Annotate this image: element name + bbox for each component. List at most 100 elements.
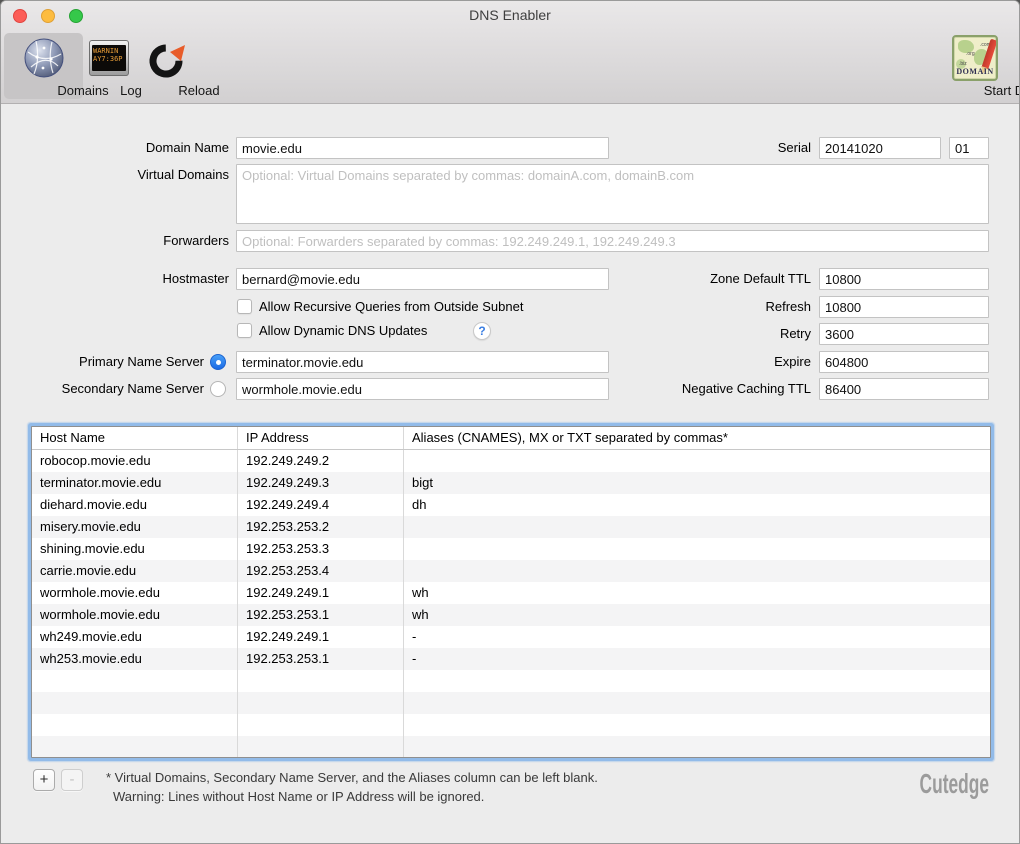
toolbar-label-reload: Reload bbox=[167, 83, 231, 98]
negative-caching-ttl-input[interactable] bbox=[819, 378, 989, 400]
table-cell: carrie.movie.edu bbox=[32, 560, 238, 582]
table-row[interactable] bbox=[32, 670, 990, 692]
column-header-aliases[interactable]: Aliases (CNAMES), MX or TXT separated by… bbox=[404, 427, 990, 449]
table-cell: 192.249.249.3 bbox=[238, 472, 404, 494]
table-row[interactable]: terminator.movie.edu192.249.249.3bigt bbox=[32, 472, 990, 494]
column-header-host-name[interactable]: Host Name bbox=[32, 427, 238, 449]
table-cell bbox=[404, 560, 990, 582]
table-row[interactable]: wormhole.movie.edu192.253.253.1wh bbox=[32, 604, 990, 626]
globe-network-icon bbox=[22, 36, 66, 85]
table-row[interactable]: carrie.movie.edu192.253.253.4 bbox=[32, 560, 990, 582]
expire-input[interactable] bbox=[819, 351, 989, 373]
host-table[interactable]: Host Name IP Address Aliases (CNAMES), M… bbox=[31, 426, 991, 758]
column-header-ip-address[interactable]: IP Address bbox=[238, 427, 404, 449]
table-cell: wh bbox=[404, 582, 990, 604]
table-cell: diehard.movie.edu bbox=[32, 494, 238, 516]
primary-ns-input[interactable] bbox=[236, 351, 609, 373]
table-cell: 192.253.253.4 bbox=[238, 560, 404, 582]
table-cell: 192.249.249.1 bbox=[238, 582, 404, 604]
zone-default-ttl-input[interactable] bbox=[819, 268, 989, 290]
table-cell: wh249.movie.edu bbox=[32, 626, 238, 648]
table-row[interactable]: misery.movie.edu192.253.253.2 bbox=[32, 516, 990, 538]
table-cell: 192.253.253.1 bbox=[238, 604, 404, 626]
table-cell: - bbox=[404, 648, 990, 670]
table-row[interactable] bbox=[32, 736, 990, 757]
table-cell: 192.249.249.4 bbox=[238, 494, 404, 516]
toolbar-item-reload[interactable]: Reload bbox=[135, 33, 199, 99]
table-row[interactable] bbox=[32, 692, 990, 714]
retry-label: Retry bbox=[561, 323, 811, 345]
table-cell: wormhole.movie.edu bbox=[32, 604, 238, 626]
table-cell bbox=[32, 736, 238, 757]
table-row[interactable]: wh249.movie.edu192.249.249.1- bbox=[32, 626, 990, 648]
secondary-ns-label: Secondary Name Server bbox=[1, 378, 204, 400]
table-cell: - bbox=[404, 626, 990, 648]
toolbar-item-domains[interactable]: Domains bbox=[4, 33, 83, 99]
table-cell: 192.253.253.1 bbox=[238, 648, 404, 670]
table-row[interactable]: robocop.movie.edu192.249.249.2 bbox=[32, 450, 990, 472]
remove-row-button[interactable]: - bbox=[61, 769, 83, 791]
table-cell bbox=[404, 736, 990, 757]
secondary-ns-radio[interactable] bbox=[210, 381, 226, 397]
host-table-header: Host Name IP Address Aliases (CNAMES), M… bbox=[32, 427, 990, 450]
table-cell: wormhole.movie.edu bbox=[32, 582, 238, 604]
allow-dynamic-label: Allow Dynamic DNS Updates bbox=[259, 322, 427, 340]
table-cell: shining.movie.edu bbox=[32, 538, 238, 560]
help-button[interactable]: ? bbox=[473, 322, 491, 340]
table-cell bbox=[404, 692, 990, 714]
table-cell bbox=[404, 538, 990, 560]
window-title: DNS Enabler bbox=[1, 1, 1019, 29]
serial-suffix-input[interactable] bbox=[949, 137, 989, 159]
table-cell bbox=[404, 516, 990, 538]
virtual-domains-textarea[interactable] bbox=[236, 164, 989, 224]
table-cell bbox=[32, 714, 238, 736]
table-row[interactable]: diehard.movie.edu192.249.249.4dh bbox=[32, 494, 990, 516]
domain-map-icon: .com .org .biz DOMAIN bbox=[952, 35, 998, 81]
table-row[interactable] bbox=[32, 714, 990, 736]
virtual-domains-label: Virtual Domains bbox=[1, 164, 229, 186]
table-cell: 192.253.253.2 bbox=[238, 516, 404, 538]
table-cell: wh bbox=[404, 604, 990, 626]
table-cell: dh bbox=[404, 494, 990, 516]
table-cell: 192.249.249.1 bbox=[238, 626, 404, 648]
table-row[interactable]: shining.movie.edu192.253.253.3 bbox=[32, 538, 990, 560]
hostmaster-input[interactable] bbox=[236, 268, 609, 290]
allow-recursive-label: Allow Recursive Queries from Outside Sub… bbox=[259, 298, 523, 316]
table-cell bbox=[404, 714, 990, 736]
domain-name-label: Domain Name bbox=[1, 137, 229, 159]
table-row[interactable]: wormhole.movie.edu192.249.249.1wh bbox=[32, 582, 990, 604]
host-table-rows: robocop.movie.edu192.249.249.2terminator… bbox=[32, 450, 990, 757]
table-cell bbox=[238, 670, 404, 692]
footnote-line1: * Virtual Domains, Secondary Name Server… bbox=[106, 768, 598, 787]
domain-name-input[interactable] bbox=[236, 137, 609, 159]
table-cell bbox=[404, 450, 990, 472]
retry-input[interactable] bbox=[819, 323, 989, 345]
zone-default-ttl-label: Zone Default TTL bbox=[561, 268, 811, 290]
start-dns-label: Start DNS bbox=[975, 83, 1020, 98]
forwarders-input[interactable] bbox=[236, 230, 989, 252]
table-cell bbox=[238, 714, 404, 736]
refresh-label: Refresh bbox=[561, 296, 811, 318]
table-cell bbox=[404, 670, 990, 692]
allow-recursive-checkbox[interactable] bbox=[237, 299, 252, 314]
refresh-input[interactable] bbox=[819, 296, 989, 318]
add-row-button[interactable]: + bbox=[33, 769, 55, 791]
table-cell bbox=[238, 736, 404, 757]
negative-caching-ttl-label: Negative Caching TTL bbox=[561, 378, 811, 400]
footnote-line2: Warning: Lines without Host Name or IP A… bbox=[113, 787, 484, 806]
table-cell bbox=[238, 692, 404, 714]
start-dns-button[interactable]: .com .org .biz DOMAIN Start DNS bbox=[937, 33, 1013, 99]
reload-arrow-icon bbox=[145, 37, 189, 86]
table-cell: robocop.movie.edu bbox=[32, 450, 238, 472]
serial-input[interactable] bbox=[819, 137, 941, 159]
forwarders-label: Forwarders bbox=[1, 230, 229, 252]
table-cell: bigt bbox=[404, 472, 990, 494]
serial-label: Serial bbox=[701, 137, 811, 159]
table-row[interactable]: wh253.movie.edu192.253.253.1- bbox=[32, 648, 990, 670]
titlebar-toolbar: DNS Enabler bbox=[1, 1, 1019, 104]
secondary-ns-input[interactable] bbox=[236, 378, 609, 400]
table-cell: misery.movie.edu bbox=[32, 516, 238, 538]
allow-dynamic-checkbox[interactable] bbox=[237, 323, 252, 338]
toolbar-item-log[interactable]: WARNIN AY7:36P Log bbox=[87, 33, 131, 99]
primary-ns-radio[interactable] bbox=[210, 354, 226, 370]
